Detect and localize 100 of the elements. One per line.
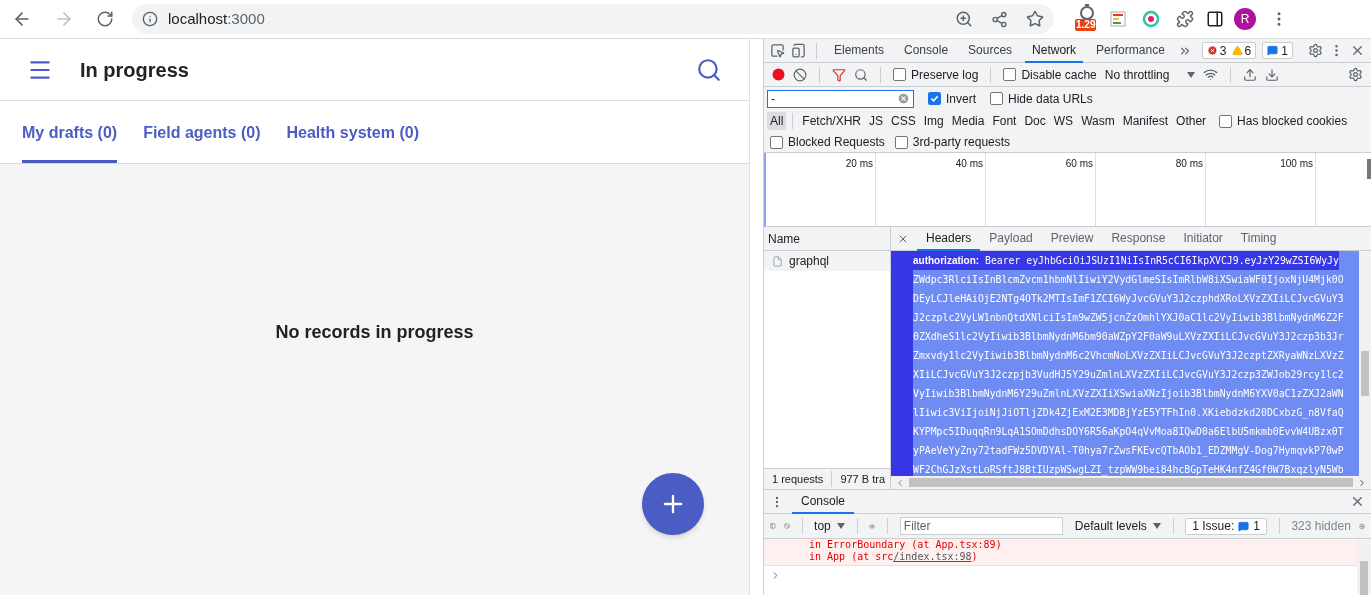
checkbox[interactable] (928, 92, 941, 105)
issues-button[interactable]: 1 Issue: 1 (1185, 517, 1267, 535)
source-link[interactable]: /index.tsx:98 (893, 551, 972, 562)
time-tick: 40 ms (955, 157, 983, 171)
devtools-tab[interactable]: Console (897, 38, 956, 63)
levels-dropdown[interactable]: Default levels (1074, 517, 1161, 535)
filter-icon[interactable] (832, 67, 846, 82)
dropdown-caret-icon (836, 523, 845, 529)
extension-badge: 1.29 (1075, 19, 1097, 31)
type-filter[interactable]: Wasm (1078, 112, 1118, 130)
dropdown-caret-icon (1187, 71, 1196, 78)
detail-tab[interactable]: Payload (980, 226, 1042, 251)
type-filter[interactable]: WS (1050, 112, 1077, 130)
context-dropdown[interactable]: top (814, 517, 845, 535)
file-icon (772, 255, 783, 267)
type-filter[interactable]: Fetch/XHR (799, 112, 865, 130)
type-filter[interactable]: JS (866, 112, 887, 130)
add-button[interactable] (642, 473, 704, 535)
type-filter[interactable]: Other (1173, 112, 1210, 130)
detail-tab[interactable]: Initiator (1174, 226, 1232, 251)
search-icon[interactable] (854, 67, 868, 82)
issues-counter[interactable]: 1 (1262, 42, 1293, 59)
device-icon[interactable] (791, 43, 806, 58)
close-icon[interactable] (1350, 494, 1365, 509)
tab[interactable]: My drafts (0) (22, 102, 118, 163)
checkbox-label: Disable cache (1021, 66, 1097, 84)
type-filter[interactable]: Font (989, 112, 1020, 130)
detail-tab[interactable]: Timing (1231, 226, 1286, 251)
extension-icon[interactable] (1142, 10, 1160, 28)
checkbox[interactable] (893, 68, 906, 81)
extension-button[interactable]: 1.29 (1074, 4, 1100, 34)
extensions-icon[interactable] (1176, 10, 1194, 28)
address-bar[interactable]: localhost:3000 (132, 4, 1054, 34)
tab[interactable]: Health system (0) (286, 102, 419, 163)
type-filter[interactable]: Img (920, 112, 947, 130)
star-icon[interactable] (1026, 10, 1044, 28)
close-icon[interactable] (1350, 43, 1365, 58)
time-tick: 20 ms (845, 157, 873, 171)
side-panel-icon[interactable] (1206, 10, 1224, 28)
url-text: localhost:3000 (168, 8, 265, 29)
hidden-count: 323 hidden (1291, 518, 1351, 535)
detail-tab[interactable]: Preview (1041, 226, 1103, 251)
checkbox[interactable] (770, 135, 783, 149)
request-row[interactable]: graphql (764, 251, 890, 271)
dropdown-caret-icon (1152, 523, 1161, 529)
request-name: graphql (789, 253, 830, 270)
tab[interactable]: Field agents (0) (143, 102, 261, 163)
type-filter[interactable]: CSS (888, 112, 919, 130)
checkbox-label: Has blocked cookies (1237, 113, 1348, 130)
record-icon[interactable] (772, 68, 785, 81)
throttling-dropdown[interactable]: No throttling (1104, 65, 1196, 84)
error-warning-counter[interactable]: 3 6 (1201, 42, 1257, 59)
checkbox[interactable] (894, 135, 908, 149)
devtools-tab[interactable]: Performance (1089, 38, 1172, 63)
type-filter[interactable]: Manifest (1119, 112, 1172, 130)
checkbox[interactable] (1003, 68, 1017, 81)
reload-icon[interactable] (96, 10, 114, 28)
page-title: In progress (80, 57, 189, 83)
status-text: 977 B tra (839, 471, 886, 487)
clear-icon[interactable] (793, 67, 807, 82)
type-filter[interactable]: Media (948, 112, 988, 130)
timer-icon (1078, 4, 1096, 20)
column-header[interactable]: Name (764, 227, 890, 251)
devtools-tab[interactable]: Sources (961, 38, 1020, 63)
checkbox[interactable] (990, 92, 1003, 105)
time-tick: 60 ms (1065, 157, 1093, 171)
inspect-icon[interactable] (770, 43, 785, 58)
message-icon (1267, 45, 1279, 56)
status-text: 1 requests (764, 470, 833, 488)
profile-avatar[interactable]: R (1234, 8, 1256, 30)
checkbox-label: 3rd-party requests (912, 134, 1011, 151)
header-value: authorization: Bearer eyJhbGciOiJSUzI1NiIsInR5cCI6IkpXVCJ9.eyJzY29wZSI6WyJy ZWdpc3RlciIsInBlcmZvcm1hbmNlIiwiY2VydGlmeSIsImRlbW8iXSwiaWF0IjoxNjU4Mjk0O DEyLCJleHAiOjE2NTg4OTk2MTIsImF1ZCI6WyJvcGVuY3J2czphdXRoLXVzZXIiLCJvcGVuY3 J2czplc2VyLW1nbnQtdXNlciIsIm9wZW5jcnZzOmhlYXJ0aC1lc2VyIiwib3BlbmNydnM6Z2F 0ZXdheS1lc2VyIiwib3BlbmNydnM6bm90aWZpY2F0aW9uLXVzZXIiLCJvcGVuY3J2czp3b3Jr Zmxvdy1lc2VyIiwib3BlbmNydnM6c2VhcmNoLXVzZXIiLCJvcGVuY3J2czptZXRyaWNzLXVzZ XIiLCJvcGVuY3J2czpjb3VudHJ5Y29uZmlnLXVzZXIiLCJvcGVuY3J2czp3ZWJob29rcy1lc2 VyIiwib3BlbmNydnM6Y29uZmlnLXVzZXIiXSwiaXNzIjoib3BlbmNydnM6YXV0aC1zZXJ2aWN lIiwic3ViIjoiNjJiOTljZDk4ZjExM2E3MDBjYzE5YTFhIn0.XKiebdzkd20DCxbzG_n8VfaQ KYPMpc5IDuqqRn9LqA1SOmDdhsDOY6R56aKpO4qVvMoa8IQwD0a6ElbU5mkmb0EvvW4UBzx0T yPAeVeYyZny72tadFWz5DVDYAl-T0hya7rZwsFKEvcQTbAOb1_EDZMMgV-Dog7HymqvkP70wP WF2ChGJzXstLoRSftJ8BtIUzpWSwgLZI_tzpWW9bei84hcBGpTeHK4nfZ4Gf0W7BxqzlyN5Wb (891, 251, 1359, 476)
scroll-right-icon[interactable] (1357, 477, 1367, 488)
warning-icon (1231, 45, 1243, 56)
info-icon[interactable] (142, 11, 158, 27)
clear-filter-icon[interactable] (897, 92, 910, 105)
time-tick: 100 ms (1280, 157, 1313, 171)
search-icon[interactable] (696, 56, 722, 83)
message-icon (1238, 520, 1250, 532)
type-filter[interactable]: Doc (1021, 112, 1049, 130)
devtools-tab[interactable]: Elements (827, 38, 892, 63)
zoom-icon[interactable] (955, 10, 973, 28)
detail-tab[interactable]: Response (1102, 226, 1175, 251)
type-filter[interactable]: All (767, 112, 787, 130)
scrollbar[interactable] (1357, 539, 1371, 595)
scrollbar[interactable] (1367, 159, 1371, 179)
empty-message: No records in progress (275, 321, 474, 344)
scrollbar[interactable] (891, 476, 1371, 489)
network-conditions-icon[interactable] (1203, 67, 1219, 82)
extension-icon[interactable] (1110, 11, 1126, 27)
checkbox[interactable] (1219, 114, 1233, 128)
checkbox-label: Hide data URLs (1008, 90, 1093, 108)
console-filter-input[interactable]: Filter (899, 517, 1063, 535)
console-error-line: in App (at src/index.tsx:98) (809, 551, 979, 563)
filter-input[interactable]: - (767, 89, 914, 108)
import-icon[interactable] (1243, 67, 1258, 82)
scrollbar[interactable] (1359, 251, 1371, 476)
checkbox-label: Invert (946, 90, 976, 108)
export-icon[interactable] (1265, 67, 1280, 82)
share-icon[interactable] (991, 10, 1008, 28)
